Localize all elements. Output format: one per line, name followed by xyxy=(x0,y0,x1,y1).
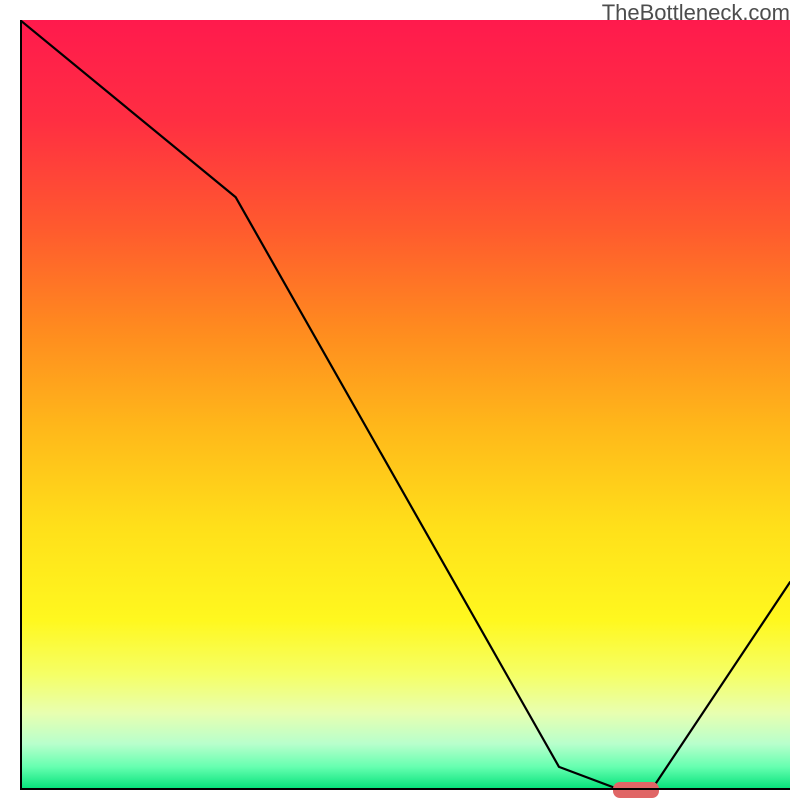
chart-container: TheBottleneck.com xyxy=(0,0,800,800)
x-axis xyxy=(20,788,790,790)
plot-area xyxy=(20,20,790,790)
chart-curve xyxy=(20,20,790,790)
watermark-text: TheBottleneck.com xyxy=(602,0,790,26)
y-axis xyxy=(20,20,22,790)
